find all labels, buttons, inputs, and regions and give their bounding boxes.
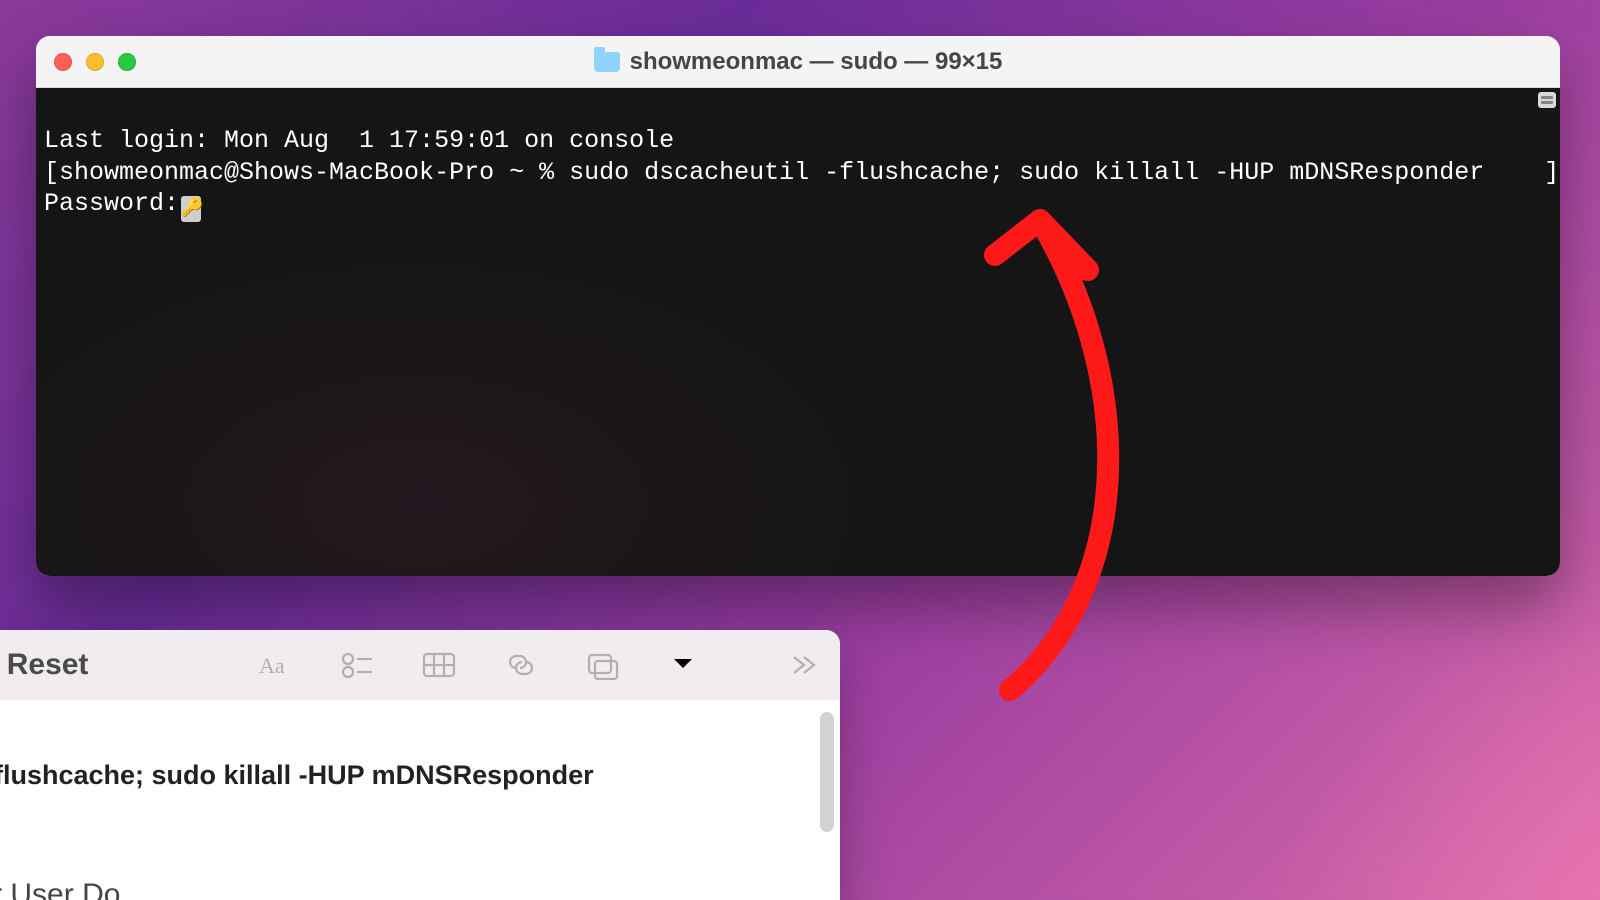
- window-titlebar[interactable]: showmeonmac — sudo — 99×15: [36, 36, 1560, 88]
- terminal-body[interactable]: Last login: Mon Aug 1 17:59:01 on consol…: [36, 88, 1560, 576]
- note-title: ache Reset: [0, 648, 88, 682]
- more-icon[interactable]: [786, 650, 820, 680]
- folder-icon: [594, 52, 620, 72]
- window-title-text: showmeonmac — sudo — 99×15: [630, 48, 1003, 76]
- link-icon[interactable]: [504, 650, 538, 680]
- close-button[interactable]: [54, 53, 72, 71]
- terminal-scrollbar-thumb[interactable]: [1538, 92, 1556, 108]
- terminal-line-command: [showmeonmac@Shows-MacBook-Pro ~ % sudo …: [44, 157, 1554, 188]
- notes-scrollbar-thumb[interactable]: [820, 712, 834, 832]
- minimize-button[interactable]: [86, 53, 104, 71]
- notes-window: ache Reset Aa eutil -flushcache; sudo ki…: [0, 630, 840, 900]
- window-title: showmeonmac — sudo — 99×15: [36, 48, 1560, 76]
- font-style-icon[interactable]: Aa: [258, 650, 292, 680]
- key-icon: 🔑: [181, 196, 201, 222]
- note-command-text: eutil -flushcache; sudo killall -HUP mDN…: [0, 760, 828, 791]
- maximize-button[interactable]: [118, 53, 136, 71]
- terminal-line-password: Password:🔑: [44, 188, 1554, 222]
- media-icon[interactable]: [586, 650, 620, 680]
- chevron-down-icon[interactable]: [668, 648, 698, 683]
- checklist-icon[interactable]: [340, 650, 374, 680]
- terminal-window: showmeonmac — sudo — 99×15 Last login: M…: [36, 36, 1560, 576]
- password-label: Password:: [44, 189, 179, 218]
- note-partial-line: Super User Do: [0, 878, 828, 900]
- svg-text:Aa: Aa: [259, 653, 285, 678]
- note-content[interactable]: eutil -flushcache; sudo killall -HUP mDN…: [0, 700, 840, 900]
- notes-toolbar: ache Reset Aa: [0, 630, 840, 700]
- terminal-line-last-login: Last login: Mon Aug 1 17:59:01 on consol…: [44, 125, 1554, 156]
- traffic-lights: [54, 53, 136, 71]
- table-icon[interactable]: [422, 650, 456, 680]
